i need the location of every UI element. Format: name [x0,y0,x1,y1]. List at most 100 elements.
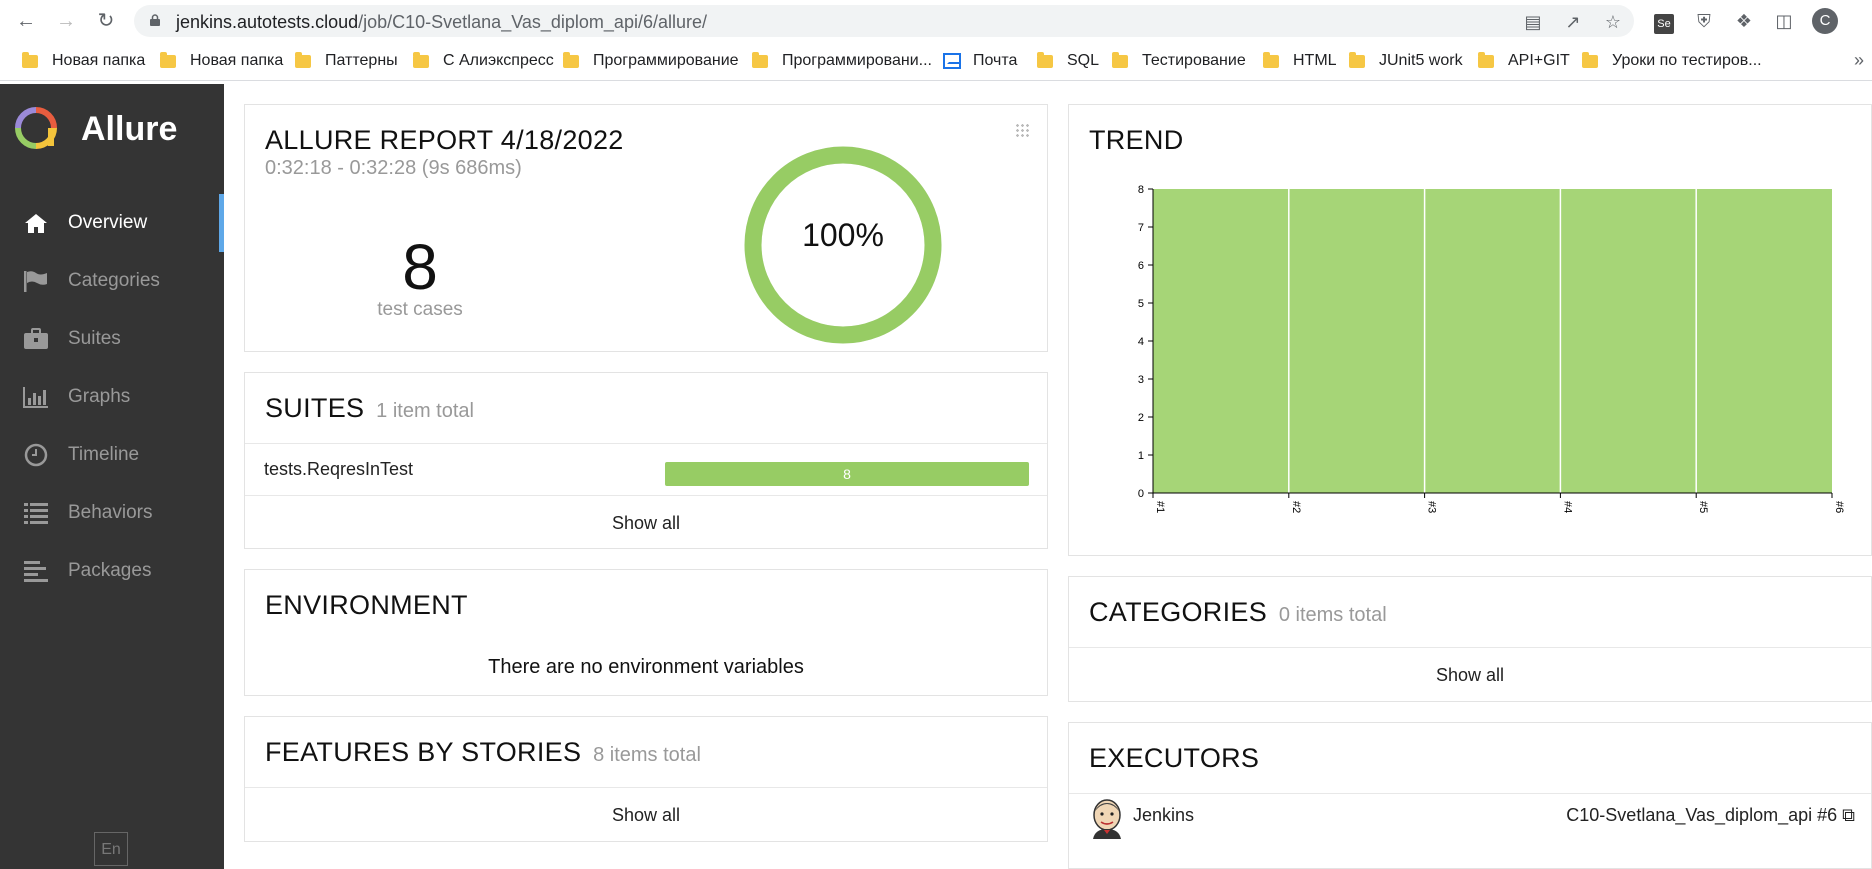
bookmark-label: Уроки по тестиров... [1612,52,1762,69]
address-bar[interactable]: jenkins.autotests.cloud/job/C10-Svetlana… [134,5,1634,37]
features-widget: FEATURES BY STORIES 8 items total Show a… [244,716,1048,842]
suites-widget: SUITES 1 item total tests.ReqresInTest 8… [244,372,1048,549]
clock-icon [21,443,51,467]
bookmark-item[interactable]: Программировани... [752,50,932,72]
share-icon[interactable]: ↗ [1562,11,1584,33]
suites-title: SUITES 1 item total [265,393,474,424]
sidebar: Allure Overview Categories Suites Graphs… [0,84,224,869]
sidebar-item-categories[interactable]: Categories [0,252,224,310]
bookmark-item[interactable]: JUnit5 work [1349,50,1463,72]
extensions-puzzle-icon[interactable]: ❖ [1732,9,1756,33]
bookmark-item[interactable]: Новая папка [160,50,283,72]
suite-passed-bar[interactable]: 8 [665,462,1029,486]
bookmark-item[interactable]: С Алиэкспресс [413,50,554,72]
selenium-extension-icon[interactable]: Se [1652,9,1676,34]
y-tick-label: 4 [1138,336,1144,348]
categories-show-all-button[interactable]: Show all [1069,665,1871,686]
bookmark-label: Программирование [593,52,739,69]
x-tick-label: #5 [1697,501,1709,513]
bookmark-item[interactable]: Тестирование [1112,50,1246,72]
sidebar-item-timeline[interactable]: Timeline [0,426,224,484]
y-tick-label: 3 [1138,374,1144,386]
sidebar-item-label: Graphs [68,386,131,407]
drag-handle-icon[interactable] [1015,123,1029,137]
divider [245,443,1047,444]
language-switch[interactable]: En [94,832,128,866]
report-title: ALLURE REPORT 4/18/2022 [265,125,624,155]
sidebar-item-label: Suites [68,328,121,349]
forward-icon[interactable]: → [54,9,78,33]
back-icon[interactable]: ← [14,9,38,33]
bookmark-item[interactable]: Почта [943,50,1017,72]
features-title: FEATURES BY STORIES 8 items total [265,737,701,768]
executor-name: Jenkins [1133,805,1195,825]
test-count: 8 [402,231,438,303]
side-panel-icon[interactable]: ◫ [1772,9,1796,33]
y-tick-label: 8 [1138,184,1144,196]
bookmark-item[interactable]: Уроки по тестиров... [1582,50,1762,72]
folder-icon [752,51,768,68]
bookmark-item[interactable]: Программирование [563,50,739,72]
categories-widget: CATEGORIES 0 items total Show all [1068,576,1872,702]
environment-widget: ENVIRONMENT There are no environment var… [244,569,1048,696]
suite-name[interactable]: tests.ReqresInTest [264,459,413,480]
home-icon [21,212,51,234]
folder-icon [1478,51,1494,68]
environment-empty-text: There are no environment variables [488,656,804,678]
profile-avatar[interactable]: C [1812,8,1838,34]
sidebar-item-overview[interactable]: Overview [0,194,224,252]
features-heading: FEATURES BY STORIES [265,737,582,767]
bookmark-item[interactable]: API+GIT [1478,50,1570,72]
sidebar-item-behaviors[interactable]: Behaviors [0,484,224,542]
success-rate: 100% [802,217,884,253]
test-count-label: test cases [377,299,463,320]
folder-icon [413,51,429,68]
bookmark-label: Паттерны [325,52,398,69]
categories-heading: CATEGORIES [1089,597,1268,627]
folder-icon [1263,51,1279,68]
bookmark-item[interactable]: SQL [1037,50,1099,72]
features-show-all-button[interactable]: Show all [245,805,1047,826]
executors-widget: EXECUTORS Jenkins C10-Svetlana_Vas_diplo… [1068,722,1872,869]
briefcase-icon [21,328,51,350]
bookmark-label: Тестирование [1142,52,1246,69]
align-left-icon [21,560,51,582]
bookmarks-bar: Новая папка Новая папка Паттерны С Алиэкспр… [0,42,1872,81]
bookmark-item[interactable]: Новая папка [22,50,145,72]
folder-icon [563,51,579,68]
suites-count: 1 item total [376,400,474,422]
executors-title: EXECUTORS [1089,743,1260,773]
x-tick-label: #4 [1561,501,1573,513]
sidebar-item-label: Packages [68,560,152,581]
summary-widget: ALLURE REPORT 4/18/2022 0:32:18 - 0:32:2… [244,104,1048,352]
folder-icon [1582,51,1598,68]
trend-chart[interactable]: 0 1 2 3 4 5 6 7 8 #1 #2 #3 #4 #5 #6 [1069,105,1872,557]
sidebar-item-suites[interactable]: Suites [0,310,224,368]
sidebar-item-label: Overview [68,212,148,233]
bookmarks-more-icon[interactable]: » [1854,50,1864,71]
shield-extension-icon[interactable]: ⛨ [1692,9,1716,33]
y-tick-label: 0 [1138,488,1144,500]
lock-icon [150,14,160,26]
allure-logo-icon [15,107,57,149]
reload-icon[interactable]: ↻ [94,9,118,33]
bookmark-item[interactable]: HTML [1263,50,1337,72]
url-path: /job/C10-Svetlana_Vas_diplom_api/6/allur… [358,12,707,32]
trend-area[interactable] [1153,189,1832,493]
bookmark-label: Новая папка [52,52,146,69]
sidebar-item-graphs[interactable]: Graphs [0,368,224,426]
browser-toolbar: ← → ↻ jenkins.autotests.cloud/job/C10-Sv… [0,0,1872,42]
executor-build-link[interactable]: C10-Svetlana_Vas_diplom_api #6 ⧉ [1566,805,1855,826]
bookmark-label: Почта [973,52,1018,69]
translate-icon[interactable]: ▤ [1522,11,1544,33]
bookmark-star-icon[interactable]: ☆ [1602,11,1624,33]
bookmark-label: API+GIT [1508,52,1570,69]
external-link-icon: ⧉ [1842,805,1855,825]
sidebar-item-packages[interactable]: Packages [0,542,224,600]
categories-count: 0 items total [1278,604,1387,626]
suites-show-all-button[interactable]: Show all [245,513,1047,534]
environment-title: ENVIRONMENT [265,590,468,620]
features-count: 8 items total [593,744,701,766]
url-text[interactable]: jenkins.autotests.cloud/job/C10-Svetlana… [176,12,707,33]
bookmark-item[interactable]: Паттерны [295,50,398,72]
